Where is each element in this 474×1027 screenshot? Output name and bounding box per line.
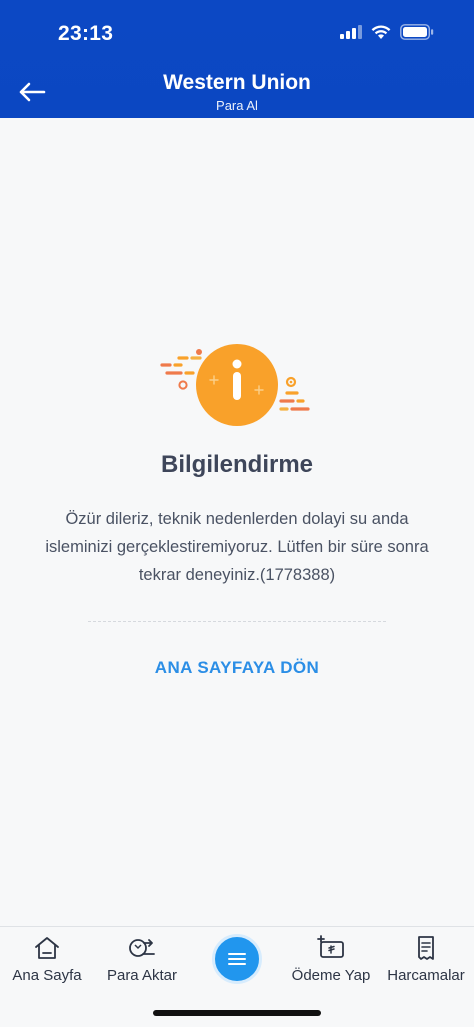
- tab-ana-sayfa[interactable]: Ana Sayfa: [8, 927, 86, 997]
- receipt-icon: [418, 936, 434, 960]
- tab-label: Ödeme Yap: [291, 967, 371, 984]
- app-header: 23:13 Western Union Para Al: [0, 0, 474, 118]
- home-indicator: [153, 1010, 321, 1016]
- info-heading: Bilgilendirme: [160, 451, 314, 478]
- return-home-link[interactable]: ANA SAYFAYA DÖN: [0, 658, 474, 678]
- info-icon: [160, 344, 310, 426]
- main-menu-button[interactable]: [212, 934, 262, 984]
- divider: [88, 621, 386, 622]
- page-title: Western Union: [163, 71, 311, 94]
- error-message: Özür dileriz, teknik nedenlerden dolayi …: [45, 510, 429, 584]
- battery-icon: [400, 24, 434, 40]
- tab-odeme-yap[interactable]: Ödeme Yap: [286, 927, 376, 997]
- tab-label: Harcamalar: [387, 967, 465, 984]
- wifi-icon: [371, 24, 391, 39]
- status-time: 23:13: [58, 22, 114, 45]
- money-transfer-icon: [129, 939, 155, 957]
- tab-label: Ana Sayfa: [12, 967, 82, 984]
- info-panel: Bilgilendirme Özür dileriz, teknik neden…: [0, 118, 474, 926]
- page-subtitle: Para Al: [216, 98, 258, 113]
- payment-icon: [317, 935, 344, 958]
- menu-icon: [228, 953, 246, 965]
- tab-para-aktar[interactable]: Para Aktar: [100, 927, 184, 997]
- cellular-signal-icon: [340, 25, 362, 39]
- tab-harcamalar[interactable]: Harcamalar: [382, 927, 470, 997]
- tab-label: Para Aktar: [106, 967, 178, 984]
- home-icon: [35, 937, 59, 959]
- status-icons: [340, 24, 434, 40]
